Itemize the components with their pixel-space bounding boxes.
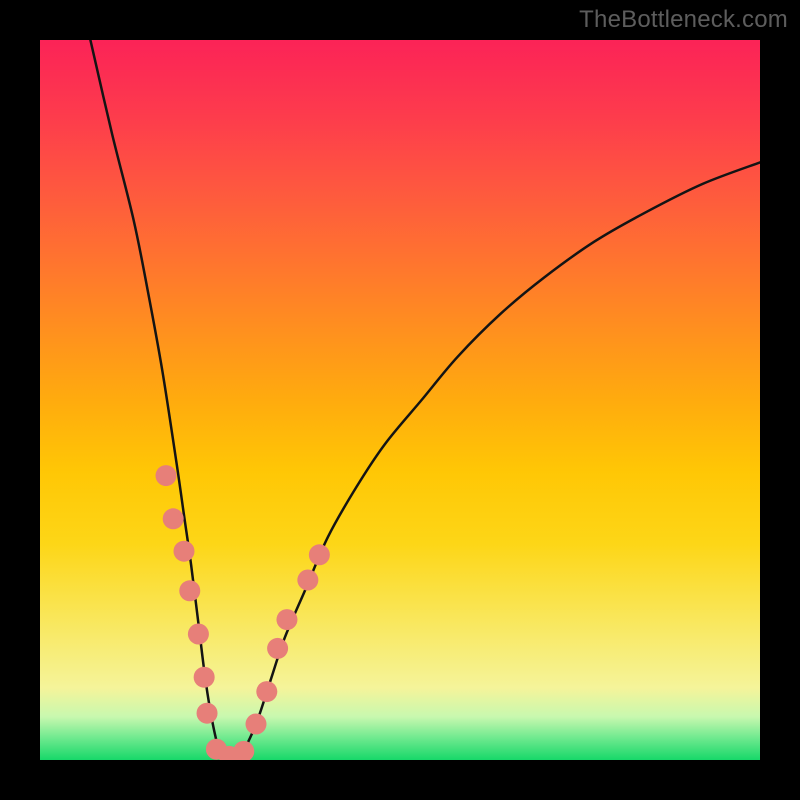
data-dot (233, 741, 254, 760)
data-dot (267, 638, 288, 659)
data-dot (197, 703, 218, 724)
data-dot (194, 667, 215, 688)
bottleneck-curve (90, 40, 760, 760)
data-dot (174, 541, 195, 562)
data-dot (276, 609, 297, 630)
dots-series (156, 465, 330, 760)
data-dot (179, 580, 200, 601)
data-dot (256, 681, 277, 702)
data-dot (156, 465, 177, 486)
chart-svg (40, 40, 760, 760)
data-dot (246, 714, 267, 735)
data-dot (297, 570, 318, 591)
curve-series (90, 40, 760, 760)
plot-area (40, 40, 760, 760)
data-dot (309, 544, 330, 565)
data-dot (188, 624, 209, 645)
watermark-text: TheBottleneck.com (579, 6, 788, 34)
chart-frame: TheBottleneck.com (0, 0, 800, 800)
data-dot (163, 508, 184, 529)
